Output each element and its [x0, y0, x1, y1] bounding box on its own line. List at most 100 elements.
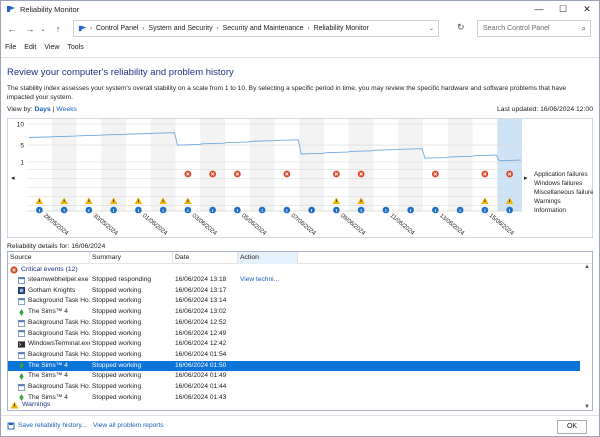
menu-file[interactable]: File: [5, 44, 16, 51]
day-column[interactable]: [175, 119, 201, 211]
breadcrumb-control-panel[interactable]: Control Panel: [96, 25, 138, 32]
details-label: Reliability details for: 16/06/2024: [7, 243, 106, 250]
day-column[interactable]: [423, 119, 448, 211]
menu-tools[interactable]: Tools: [67, 44, 83, 51]
group-warnings[interactable]: Warnings: [10, 400, 50, 410]
ok-button[interactable]: OK: [557, 420, 587, 434]
info-i-glyph: [137, 209, 139, 212]
info-i-glyph: [509, 209, 511, 212]
day-column[interactable]: [27, 119, 52, 211]
column-header-date[interactable]: Date: [173, 252, 238, 264]
group-critical-label: Critical events (12): [21, 266, 78, 273]
sims-icon: [19, 308, 24, 316]
group-critical-events[interactable]: Critical events (12): [10, 265, 78, 275]
table-row[interactable]: The Sims™ 4 Stopped working 16/06/2024 01:…: [8, 360, 580, 372]
table-row[interactable]: Background Task Ho... Stopped working 16/0…: [8, 350, 580, 361]
day-column[interactable]: [299, 119, 324, 211]
day-column[interactable]: [76, 119, 102, 211]
cell-source: steamwebhelper.exe: [8, 275, 90, 286]
back-button[interactable]: ←: [5, 22, 19, 36]
day-column[interactable]: [348, 119, 374, 211]
menu-edit[interactable]: Edit: [24, 44, 36, 51]
navigation-bar: ← → ⌄ ↑ › Control Panel › System and Sec…: [1, 19, 599, 39]
y-tick-label: 5: [20, 143, 24, 150]
table-row[interactable]: WindowsTerminal.exe Stopped working 16/06/…: [8, 339, 580, 350]
view-days-link[interactable]: Days: [34, 106, 50, 113]
maximize-button[interactable]: ☐: [551, 1, 575, 17]
column-header-source[interactable]: Source: [8, 252, 90, 264]
day-column[interactable]: [225, 119, 250, 211]
reliability-chart[interactable]: 10 5 1 Application failures Windows failures…: [7, 118, 593, 238]
warning-exclamation: [113, 199, 115, 202]
up-button[interactable]: ↑: [51, 22, 65, 36]
source-text: Background Task Ho...: [28, 318, 90, 326]
view-all-reports-link[interactable]: View all problem reports: [93, 422, 164, 429]
day-column[interactable]: [398, 119, 423, 211]
arrow-up-icon: ↑: [55, 24, 61, 34]
scroll-down-icon[interactable]: ▼: [584, 404, 590, 410]
view-by-selector: View by: Days | Weeks: [7, 106, 77, 113]
table-row[interactable]: Background Task Ho... Stopped working 16/0…: [8, 382, 580, 393]
cell-date: 16/06/2024 13:02: [175, 308, 227, 316]
warning-exclamation: [137, 199, 139, 202]
arrow-right-icon: →: [25, 24, 35, 34]
day-column[interactable]: [200, 119, 225, 211]
day-column[interactable]: [126, 119, 151, 211]
save-history-link[interactable]: Save reliability history...: [18, 422, 87, 429]
day-column[interactable]: [447, 119, 473, 211]
column-header-action[interactable]: Action: [238, 252, 298, 264]
cell-action: [238, 318, 298, 329]
source-text: Background Task Ho...: [28, 350, 90, 358]
forward-button[interactable]: →: [23, 22, 37, 36]
day-column[interactable]: [249, 119, 275, 211]
search-input[interactable]: Search Control Panel ⌕: [477, 20, 591, 37]
scroll-right-icon[interactable]: ▸: [524, 174, 528, 182]
y-tick-label: 1: [20, 160, 24, 167]
scroll-left-icon[interactable]: ◂: [11, 174, 15, 182]
menu-view[interactable]: View: [44, 44, 59, 51]
table-row[interactable]: Background Task Ho... Stopped working 16/0…: [8, 329, 580, 340]
source-text: WindowsTerminal.exe: [28, 340, 90, 348]
view-separator: |: [52, 106, 55, 113]
day-column[interactable]: [472, 119, 498, 211]
vertical-scrollbar[interactable]: ▲ ▼: [582, 264, 592, 410]
title-bar[interactable]: Reliability Monitor — ☐ ✕: [1, 1, 599, 17]
close-button[interactable]: ✕: [575, 1, 599, 17]
view-technical-details-link[interactable]: View techni...: [238, 275, 298, 286]
cell-source: Background Task Ho...: [8, 318, 90, 329]
table-row[interactable]: The Sims™ 4 Stopped working 16/06/2024 01:…: [8, 393, 580, 404]
address-bar[interactable]: › Control Panel › System and Security › …: [73, 20, 439, 37]
breadcrumb-reliability-monitor[interactable]: Reliability Monitor: [314, 25, 369, 32]
info-i-glyph: [187, 209, 189, 212]
table-row[interactable]: Gotham Knights Stopped working 16/06/2024 …: [8, 286, 580, 297]
table-row[interactable]: Background Task Ho... Stopped working 16/0…: [8, 296, 580, 307]
day-column[interactable]: [373, 119, 399, 211]
refresh-icon[interactable]: ↻: [457, 22, 465, 33]
address-dropdown-icon[interactable]: ⌄: [429, 25, 434, 32]
view-weeks-link[interactable]: Weeks: [56, 106, 77, 113]
breadcrumb-security-maintenance[interactable]: Security and Maintenance: [223, 25, 304, 32]
table-row[interactable]: Background Task Ho... Stopped working 16/0…: [8, 318, 580, 329]
selected-day-column[interactable]: [497, 119, 522, 211]
cell-source: Background Task Ho...: [8, 382, 90, 393]
source-text: The Sims™ 4: [28, 308, 68, 316]
day-column[interactable]: [101, 119, 126, 211]
day-column[interactable]: [51, 119, 77, 211]
breadcrumb-system-security[interactable]: System and Security: [148, 25, 212, 32]
source-text: The Sims™ 4: [28, 361, 68, 369]
reliability-monitor-icon: [7, 6, 15, 12]
cell-action: [238, 350, 298, 361]
scroll-up-icon[interactable]: ▲: [584, 264, 590, 270]
arrow-left-icon: ←: [7, 24, 17, 34]
table-row[interactable]: The Sims™ 4 Stopped working 16/06/2024 01:…: [8, 371, 580, 382]
table-row[interactable]: The Sims™ 4 Stopped working 16/06/2024 13:…: [8, 307, 580, 318]
cell-source: The Sims™ 4: [8, 371, 90, 382]
minimize-button[interactable]: —: [527, 1, 551, 17]
table-row[interactable]: steamwebhelper.exe Stopped responding 16/0…: [8, 275, 580, 286]
column-header-summary[interactable]: Summary: [90, 252, 173, 264]
cell-date: 16/06/2024 12:52: [175, 318, 227, 326]
cell-source: Background Task Ho...: [8, 350, 90, 361]
day-column[interactable]: [324, 119, 349, 211]
day-column[interactable]: [274, 119, 300, 211]
recent-dropdown[interactable]: ⌄: [39, 22, 47, 36]
